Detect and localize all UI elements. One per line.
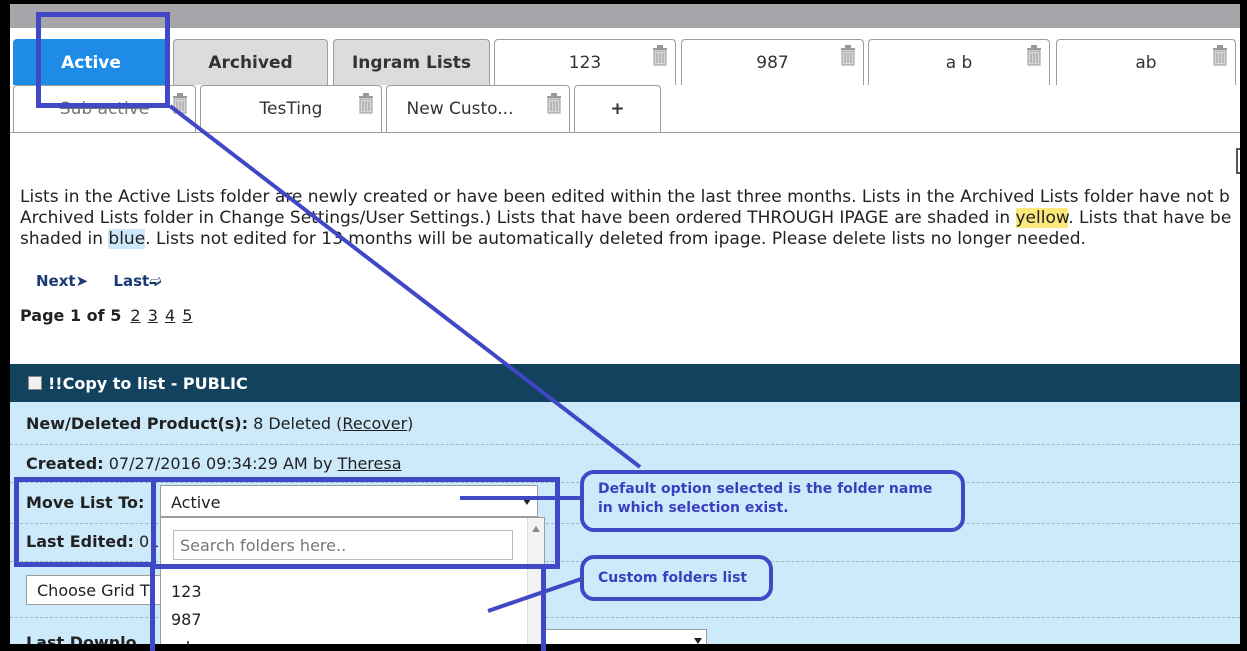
callout-default-option: Default option selected is the folder na…: [580, 470, 965, 532]
callout-custom-folders: Custom folders list: [580, 555, 773, 601]
annotation-lines: [168, 104, 642, 613]
